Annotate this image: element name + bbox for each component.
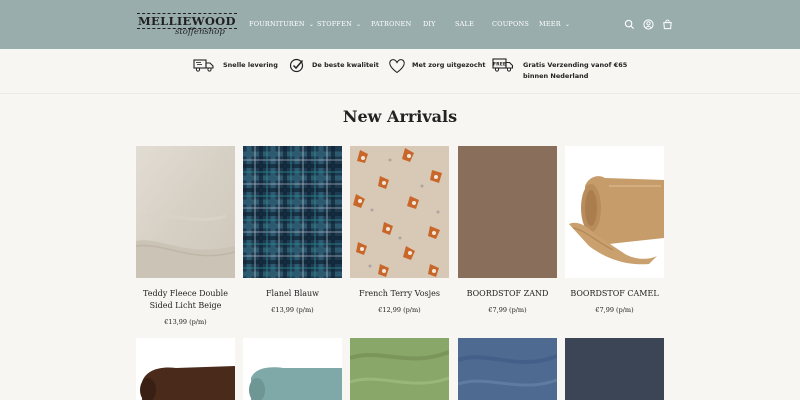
nav-label: FOURNITUREN <box>249 20 305 28</box>
product-card[interactable]: Flanel Blauw €13,99 (p/m) <box>243 146 342 314</box>
product-card[interactable] <box>350 338 449 400</box>
nav-item-meer[interactable]: MEER ⌄ <box>539 20 570 29</box>
product-name[interactable]: French Terry Vosjes <box>350 288 449 300</box>
nav-item-stoffen[interactable]: STOFFEN ⌄ <box>317 20 361 29</box>
product-name[interactable]: BOORDSTOF ZAND <box>458 288 557 300</box>
product-card[interactable] <box>458 338 557 400</box>
site-header: MELLIEWOOD stoffenshop FOURNITUREN ⌄ STOF… <box>0 0 800 49</box>
nav-item-sale[interactable]: SALE <box>455 20 474 29</box>
nav-label: COUPONS <box>492 20 530 28</box>
product-price: €13,99 (p/m) <box>164 318 207 326</box>
check-circle-icon <box>289 58 304 73</box>
usp-label: Gratis Verzending vanof €65 binnen Nederl… <box>523 60 627 82</box>
nav-label: STOFFEN <box>317 20 352 28</box>
cart-icon[interactable] <box>662 19 673 30</box>
nav-item-patronen[interactable]: PATRONEN <box>371 20 411 29</box>
product-name[interactable]: Teddy Fleece Double Sided Licht Beige <box>136 288 235 312</box>
section-title: New Arrivals <box>342 107 458 126</box>
usp-label: Met zorg uitgezocht <box>412 61 486 69</box>
product-card[interactable] <box>565 338 664 400</box>
product-name[interactable]: Flanel Blauw <box>243 288 342 300</box>
product-card[interactable] <box>136 338 235 400</box>
chevron-down-icon: ⌄ <box>355 21 362 28</box>
usp-label-line1: Gratis Verzending vanof €65 <box>523 61 628 69</box>
product-image[interactable] <box>243 338 342 400</box>
chevron-down-icon: ⌄ <box>564 21 571 28</box>
chevron-down-icon: ⌄ <box>308 21 315 28</box>
heart-icon <box>389 59 405 74</box>
product-price: €12,99 (p/m) <box>378 306 421 314</box>
usp-label-line2: binnen Nederland <box>523 72 589 80</box>
nav-label: DIY <box>423 20 436 28</box>
product-image-flanel-blauw[interactable] <box>243 146 342 278</box>
usp-label: Snelle levering <box>223 61 278 69</box>
product-price: €13,99 (p/m) <box>271 306 314 314</box>
product-card[interactable]: BOORDSTOF CAMEL €7,99 (p/m) <box>565 146 664 314</box>
search-icon[interactable] <box>624 19 635 30</box>
product-card[interactable]: Teddy Fleece Double Sided Licht Beige €1… <box>136 146 235 326</box>
product-image-teddy-fleece[interactable] <box>136 146 235 278</box>
product-price: €7,99 (p/m) <box>488 306 527 314</box>
nav-item-fournituren[interactable]: FOURNITUREN ⌄ <box>249 20 314 29</box>
product-image-boordstof-zand[interactable] <box>458 146 557 278</box>
product-image[interactable] <box>565 338 664 400</box>
usp-bar: Snelle levering De beste kwaliteit Met z… <box>0 49 800 93</box>
usp-label: De beste kwaliteit <box>312 61 379 69</box>
nav-label: PATRONEN <box>371 20 412 28</box>
product-card[interactable] <box>243 338 342 400</box>
free-badge: FREE <box>493 62 506 68</box>
product-card[interactable]: French Terry Vosjes €12,99 (p/m) <box>350 146 449 314</box>
product-price: €7,99 (p/m) <box>595 306 634 314</box>
product-image-french-terry-vosjes[interactable] <box>350 146 449 278</box>
brand-logo[interactable]: MELLIEWOOD stoffenshop <box>137 10 237 40</box>
product-image[interactable] <box>458 338 557 400</box>
product-image-boordstof-camel[interactable] <box>565 146 664 278</box>
section-divider <box>0 93 800 94</box>
account-icon[interactable] <box>643 19 654 30</box>
nav-item-coupons[interactable]: COUPONS <box>492 20 529 29</box>
nav-label: MEER <box>539 20 561 28</box>
nav-label: SALE <box>455 20 475 28</box>
nav-item-diy[interactable]: DIY <box>423 20 436 29</box>
product-image[interactable] <box>136 338 235 400</box>
brand-tagline: stoffenshop <box>175 27 225 37</box>
product-card[interactable]: BOORDSTOF ZAND €7,99 (p/m) <box>458 146 557 314</box>
product-image[interactable] <box>350 338 449 400</box>
free-shipping-truck-icon: FREE <box>492 58 514 72</box>
product-name[interactable]: BOORDSTOF CAMEL <box>565 288 664 300</box>
delivery-truck-icon <box>193 59 214 72</box>
